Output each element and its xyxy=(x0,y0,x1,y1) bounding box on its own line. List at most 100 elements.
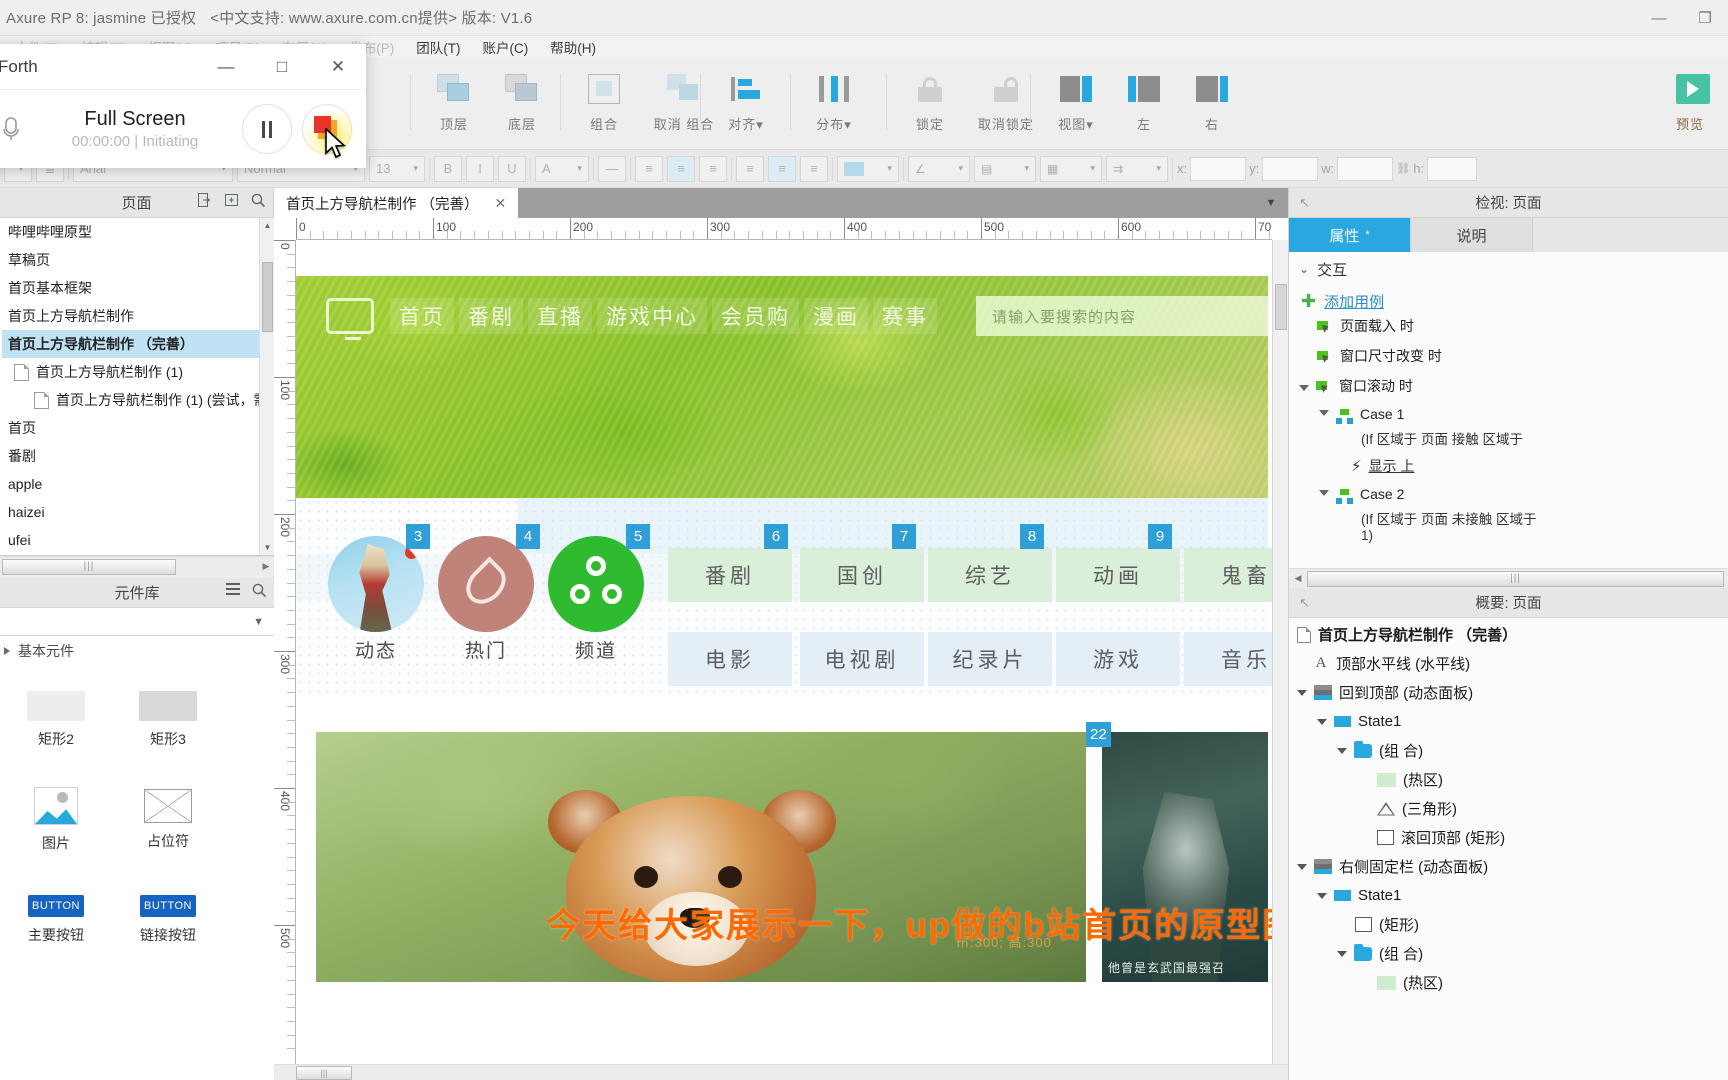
nav-item-anime[interactable]: 番剧 xyxy=(459,298,523,334)
w-input[interactable] xyxy=(1337,156,1394,181)
expand-arrow-icon[interactable] xyxy=(1337,747,1347,754)
outline-item-hotspot-b[interactable]: (热区) xyxy=(1289,968,1728,997)
widget-image[interactable]: 图片 xyxy=(0,770,112,870)
section-interaction[interactable]: ⌄ 交互 xyxy=(1289,252,1728,286)
tab-properties[interactable]: 属性 * xyxy=(1289,218,1411,252)
library-category-basic[interactable]: 基本元件 xyxy=(0,636,274,666)
event-page-load[interactable]: 页面载入 时 xyxy=(1289,316,1728,346)
outline-item-group[interactable]: (组 合) xyxy=(1289,736,1728,765)
add-case-row[interactable]: ✚ 添加用例 xyxy=(1289,286,1728,316)
y-input[interactable] xyxy=(1262,156,1319,181)
outline-item-rect[interactable]: (矩形) xyxy=(1289,910,1728,939)
category-button-animation[interactable]: 动画 xyxy=(1056,548,1180,602)
toolbar-button-lock[interactable]: 锁定 xyxy=(896,64,964,133)
tv-logo-icon[interactable] xyxy=(326,298,374,340)
page-tree-item[interactable]: 首页 xyxy=(2,414,274,442)
h-input[interactable] xyxy=(1427,156,1478,181)
widget-rectangle3[interactable]: 矩形3 xyxy=(112,670,224,770)
prototype-circle-channel[interactable]: 频道 xyxy=(548,536,644,662)
tab-notes[interactable]: 说明 xyxy=(1411,218,1533,252)
page-tree-item[interactable]: 首页上方导航栏制作 (1) (尝试，需 xyxy=(2,386,274,414)
scroll-thumb[interactable]: ||| xyxy=(1307,570,1724,587)
font-size-select[interactable]: 13 ▾ xyxy=(369,155,425,182)
prototype-hero-banner[interactable]: 首页 番剧 直播 游戏中心 会员购 漫画 赛事 请输入要搜索的内容 xyxy=(296,276,1268,498)
nav-item-live[interactable]: 直播 xyxy=(528,298,592,334)
menu-icon[interactable] xyxy=(225,582,241,603)
fill-color-button[interactable]: ▾ xyxy=(837,155,899,182)
prototype-circle-hot[interactable]: 热门 xyxy=(438,536,534,662)
outline-item-triangle[interactable]: (三角形) xyxy=(1289,794,1728,823)
outline-item-hline[interactable]: A 顶部水平线 (水平线) xyxy=(1289,649,1728,678)
toolbar-button-group[interactable]: 组合 xyxy=(570,64,638,133)
nav-item-membershop[interactable]: 会员购 xyxy=(712,298,799,334)
page-tree-item[interactable]: 首页上方导航栏制作 (1) xyxy=(2,358,274,386)
outline-item-scrolltop[interactable]: 滚回顶部 (矩形) xyxy=(1289,823,1728,852)
category-button-tvseries[interactable]: 电视剧 xyxy=(800,632,924,686)
recorder-pause-button[interactable] xyxy=(242,104,292,154)
toolbar-button-bring-to-front[interactable]: 顶层 xyxy=(420,64,488,133)
toolbar-button-unlock[interactable]: 取消锁定 xyxy=(964,64,1048,133)
expand-arrow-icon[interactable] xyxy=(1297,863,1307,870)
toolbar-button-align[interactable]: 对齐▾ xyxy=(712,64,780,133)
expand-arrow-icon[interactable] xyxy=(1317,892,1327,899)
valign-middle-button[interactable]: ≡ xyxy=(768,155,796,182)
add-folder-icon[interactable] xyxy=(223,192,240,213)
screen-recorder-window[interactable]: Forth — □ ✕ Full Screen 00:00:00 | Initi… xyxy=(0,44,366,168)
valign-bottom-button[interactable]: ≡ xyxy=(800,155,828,182)
category-button-guichu[interactable]: 鬼畜 xyxy=(1184,548,1272,602)
page-tree-item[interactable]: 首页基本框架 xyxy=(2,274,274,302)
page-tree-item[interactable]: 草稿页 xyxy=(2,246,274,274)
italic-button[interactable]: I xyxy=(466,155,494,182)
arrow-style-button[interactable]: ⇉ ▾ xyxy=(1106,155,1168,182)
search-icon[interactable] xyxy=(250,192,267,213)
page-tree-item[interactable]: 哔哩哔哩原型 xyxy=(2,218,274,246)
recorder-minimize-button[interactable]: — xyxy=(198,44,254,90)
page-tree-item[interactable]: ufei xyxy=(2,526,274,554)
library-select[interactable]: ▼ xyxy=(0,608,274,636)
canvas-tab-active[interactable]: 首页上方导航栏制作 （完善） ✕ xyxy=(274,188,519,218)
event-window-scroll[interactable]: 窗口滚动 时 xyxy=(1289,376,1728,406)
line-style-button[interactable]: — xyxy=(598,155,626,182)
toolbar-button-distribute[interactable]: 分布▾ xyxy=(800,64,868,133)
border-width-button[interactable]: ▤ ▾ xyxy=(974,155,1036,182)
nav-item-events[interactable]: 赛事 xyxy=(873,298,937,334)
outline-item-page[interactable]: 首页上方导航栏制作 （完善） xyxy=(1289,620,1728,649)
x-input[interactable] xyxy=(1190,156,1247,181)
nav-item-manga[interactable]: 漫画 xyxy=(804,298,868,334)
recorder-maximize-button[interactable]: □ xyxy=(254,44,310,90)
interaction-list[interactable]: ⌄ 交互 ✚ 添加用例 页面载入 时 窗口尺寸改变 时 窗口滚动 时 Case … xyxy=(1289,252,1728,568)
prototype-circle-dynamic[interactable]: 动态 xyxy=(328,536,424,662)
pages-horizontal-scrollbar[interactable]: ||| ▶ xyxy=(0,556,274,576)
pages-vertical-scrollbar[interactable]: ▲ ▼ xyxy=(259,218,274,555)
scroll-right-arrow[interactable]: ▶ xyxy=(258,561,274,572)
category-button-anime[interactable]: 番剧 xyxy=(668,548,792,602)
expand-arrow-icon[interactable] xyxy=(1319,490,1329,496)
category-button-game[interactable]: 游戏 xyxy=(1056,632,1180,686)
collapse-icon[interactable]: ↖ xyxy=(1299,595,1310,611)
widget-rectangle2[interactable]: 矩形2 xyxy=(0,670,112,770)
recorder-close-button[interactable]: ✕ xyxy=(310,44,366,90)
scroll-thumb[interactable] xyxy=(1275,284,1287,330)
scroll-thumb[interactable] xyxy=(262,262,273,332)
outline-tree[interactable]: 首页上方导航栏制作 （完善） A 顶部水平线 (水平线) 回到顶部 (动态面板)… xyxy=(1289,618,1728,1080)
event-window-resize[interactable]: 窗口尺寸改变 时 xyxy=(1289,346,1728,376)
canvas-vertical-scrollbar[interactable] xyxy=(1272,240,1288,1064)
category-button-variety[interactable]: 综艺 xyxy=(928,548,1052,602)
scroll-thumb[interactable]: ||| xyxy=(296,1065,352,1080)
widget-link-button[interactable]: BUTTON 链接按钮 xyxy=(112,870,224,970)
outline-item-hotspot[interactable]: (热区) xyxy=(1289,765,1728,794)
expand-arrow-icon[interactable] xyxy=(1299,385,1309,391)
add-page-icon[interactable] xyxy=(196,192,213,213)
outline-item-backtotop[interactable]: 回到顶部 (动态面板) xyxy=(1289,678,1728,707)
toolbar-button-panel-right[interactable]: 右 xyxy=(1178,64,1246,133)
toolbar-button-send-to-back[interactable]: 底层 xyxy=(488,64,556,133)
font-color-button[interactable]: A ▾ xyxy=(535,155,589,182)
page-tree-item[interactable]: 首页上方导航栏制作 xyxy=(2,302,274,330)
outline-item-group-b[interactable]: (组 合) xyxy=(1289,939,1728,968)
lock-ratio-icon[interactable]: ⛓ xyxy=(1396,162,1410,175)
menu-item-team[interactable]: 团队(T) xyxy=(405,37,471,57)
canvas-horizontal-scrollbar[interactable]: ||| xyxy=(274,1064,1288,1080)
design-stage[interactable]: 首页 番剧 直播 游戏中心 会员购 漫画 赛事 请输入要搜索的内容 动态 3 热… xyxy=(296,240,1272,1064)
pages-tree[interactable]: 哔哩哔哩原型 草稿页 首页基本框架 首页上方导航栏制作 首页上方导航栏制作 （完… xyxy=(0,218,274,556)
category-button-movie[interactable]: 电影 xyxy=(668,632,792,686)
